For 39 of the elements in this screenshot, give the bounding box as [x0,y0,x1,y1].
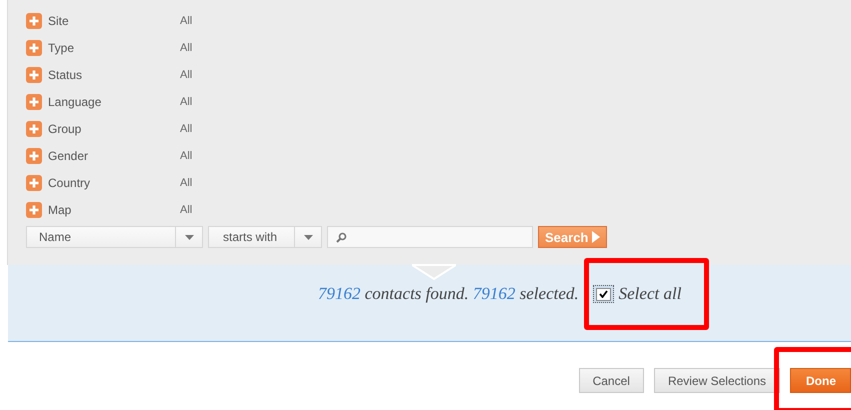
action-button[interactable]: Review Selections [654,368,780,393]
filter-label: Gender [48,148,90,162]
filter-label: Type [48,40,76,54]
plus-icon[interactable] [26,148,42,164]
operator-dropdown[interactable]: starts with [208,226,322,248]
plus-icon[interactable] [26,120,42,136]
count-link[interactable]: 79162 [318,284,360,303]
count-link[interactable]: 79162 [472,284,516,303]
filter-value: All [180,122,192,134]
search-icon [336,232,347,242]
select-all-checkbox[interactable] [592,285,614,303]
filter-value: All [180,14,192,26]
filter-label: Map [48,202,72,216]
filter-value: All [180,96,192,108]
check-icon [598,290,608,298]
plus-icon[interactable] [26,40,42,56]
filter-label: Group [48,122,82,136]
filter-label: Status [48,68,84,82]
plus-icon[interactable] [26,174,42,190]
filter-label: Site [48,14,70,28]
plus-icon[interactable] [26,94,42,110]
plus-icon[interactable] [26,202,42,218]
filter-value: All [180,42,192,54]
filter-value: All [180,68,192,80]
filter-value: All [180,204,192,216]
search-field[interactable] [327,226,533,248]
plus-icon[interactable] [26,66,42,82]
field-dropdown[interactable]: Name [26,226,203,248]
select-all-label: Select all [618,284,682,304]
filter-label: Language [48,94,102,108]
results-summary: 79162 contacts found. 79162 selected. [318,284,579,304]
filter-value: All [180,150,192,162]
filter-label: Country [48,176,92,190]
caret-icon [184,234,194,240]
filter-value: All [180,176,192,188]
play-icon [592,231,600,243]
action-button[interactable]: Cancel [578,368,644,393]
plus-icon[interactable] [26,12,42,28]
caret-icon [304,234,312,240]
